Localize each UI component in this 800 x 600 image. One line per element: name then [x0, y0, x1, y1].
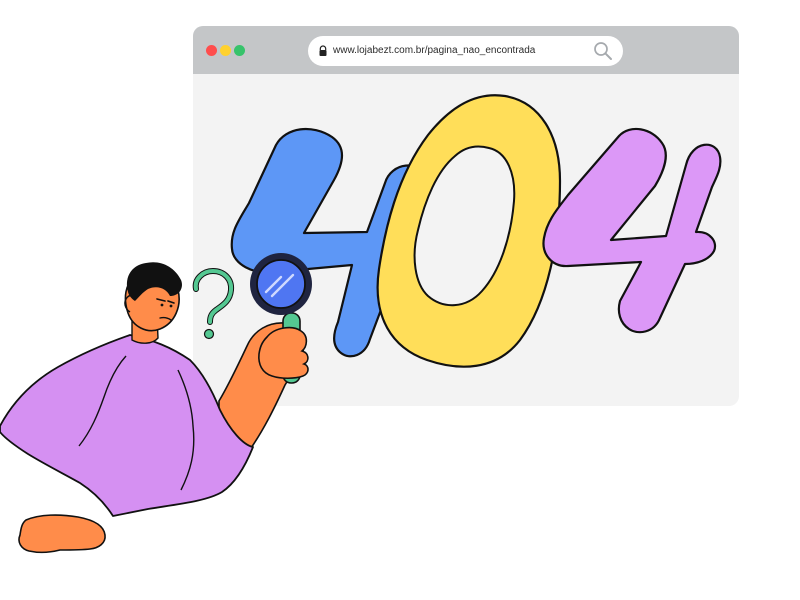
- person-character: [0, 253, 312, 554]
- error-illustration: [0, 94, 722, 554]
- question-mark-icon: [192, 268, 235, 340]
- left-hand: [18, 514, 106, 554]
- digit-four-right: [542, 127, 722, 334]
- shirt: [0, 334, 254, 517]
- error-code-404: [230, 94, 722, 368]
- not-found-page: www.lojabezt.com.br/pagina_nao_encontrad…: [0, 0, 800, 600]
